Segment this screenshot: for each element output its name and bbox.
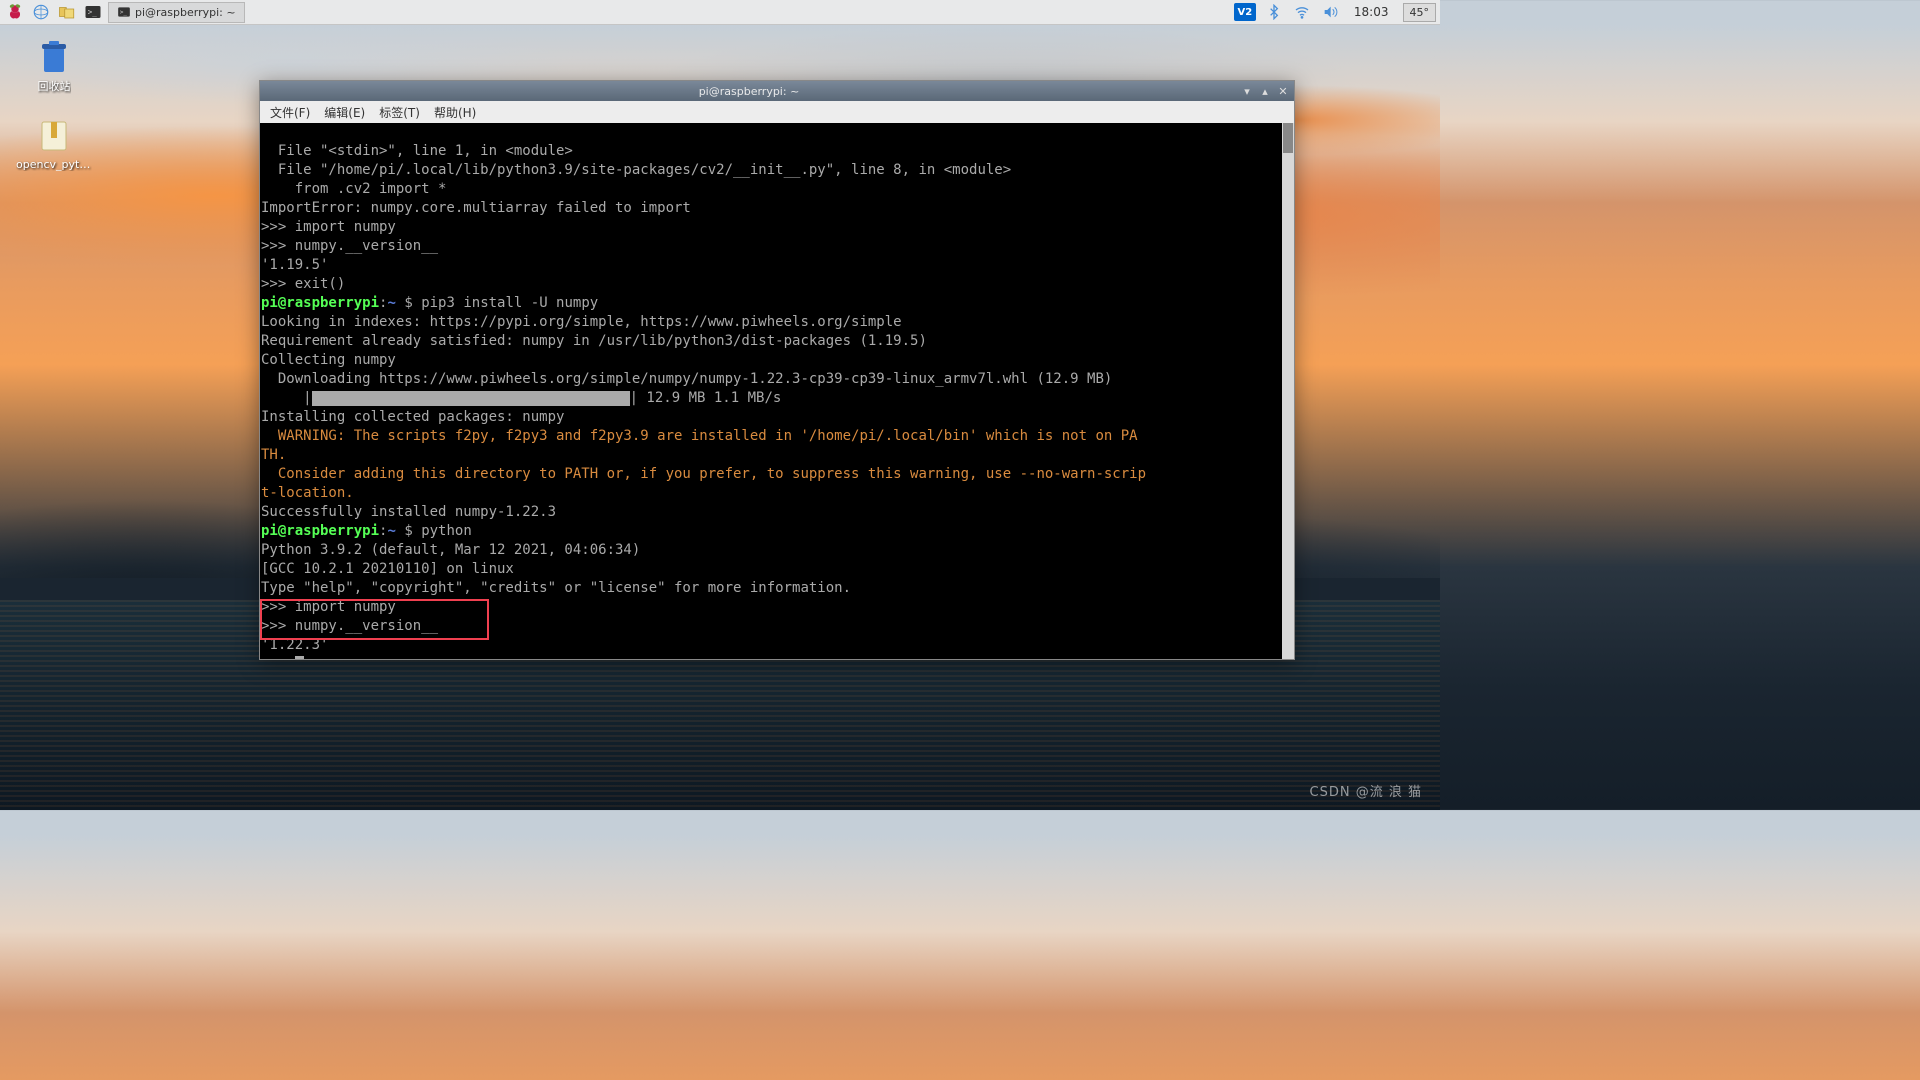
term-cursor-line: >>> [261, 656, 304, 659]
menu-tabs[interactable]: 标签(T) [373, 102, 426, 123]
maximize-button[interactable]: ▴ [1256, 83, 1274, 99]
term-line: >>> import numpy [261, 599, 396, 615]
minimize-button[interactable]: ▾ [1238, 83, 1256, 99]
term-line: Type "help", "copyright", "credits" or "… [261, 580, 851, 596]
term-line: >>> numpy.__version__ [261, 618, 438, 634]
term-line: Successfully installed numpy-1.22.3 [261, 504, 556, 520]
term-line: >>> import numpy [261, 219, 396, 235]
term-line: [GCC 10.2.1 20210110] on linux [261, 561, 514, 577]
term-warning: WARNING: The scripts f2py, f2py3 and f2p… [261, 428, 1138, 444]
desktop-opencv-label: opencv_python... [16, 158, 92, 171]
term-line: File "/home/pi/.local/lib/python3.9/site… [261, 162, 1011, 178]
term-prompt: pi@raspberrypi:~ $ pip3 install -U numpy [261, 295, 598, 311]
clock[interactable]: 18:03 [1348, 5, 1395, 19]
archive-icon [34, 116, 74, 156]
term-warning: TH. [261, 447, 286, 463]
svg-text:>_: >_ [120, 10, 128, 16]
taskbar: >_ >_ pi@raspberrypi: ~ V2 18:03 45° [0, 0, 1440, 25]
close-button[interactable]: ✕ [1274, 83, 1292, 99]
menubar: 文件(F) 编辑(E) 标签(T) 帮助(H) [260, 101, 1294, 123]
term-warning: t-location. [261, 485, 354, 501]
term-line: Collecting numpy [261, 352, 396, 368]
wifi-icon[interactable] [1292, 2, 1312, 22]
term-prompt: pi@raspberrypi:~ $ python [261, 523, 472, 539]
menu-help[interactable]: 帮助(H) [428, 102, 482, 123]
term-progress: || 12.9 MB 1.1 MB/s [261, 390, 781, 406]
term-line: >>> numpy.__version__ [261, 238, 438, 254]
trash-icon [34, 36, 74, 76]
terminal-window: pi@raspberrypi: ~ ▾ ▴ ✕ 文件(F) 编辑(E) 标签(T… [259, 80, 1295, 660]
bluetooth-icon[interactable] [1264, 2, 1284, 22]
term-line: Downloading https://www.piwheels.org/sim… [261, 371, 1112, 387]
term-line: File "<stdin>", line 1, in <module> [261, 143, 573, 159]
term-line: '1.19.5' [261, 257, 328, 273]
titlebar[interactable]: pi@raspberrypi: ~ ▾ ▴ ✕ [260, 81, 1294, 101]
taskbar-task-terminal[interactable]: >_ pi@raspberrypi: ~ [108, 2, 245, 23]
scrollbar-thumb[interactable] [1283, 123, 1293, 153]
browser-icon[interactable] [30, 1, 52, 23]
terminal-launcher-icon[interactable]: >_ [82, 1, 104, 23]
term-line: >>> exit() [261, 276, 345, 292]
window-title: pi@raspberrypi: ~ [260, 85, 1238, 98]
term-line: Requirement already satisfied: numpy in … [261, 333, 927, 349]
term-line: Looking in indexes: https://pypi.org/sim… [261, 314, 902, 330]
vnc-icon[interactable]: V2 [1234, 3, 1256, 21]
desktop-trash-label: 回收站 [38, 78, 71, 94]
svg-text:>_: >_ [88, 7, 98, 16]
cpu-temp[interactable]: 45° [1403, 3, 1437, 22]
scrollbar[interactable] [1282, 123, 1294, 659]
menu-edit[interactable]: 编辑(E) [318, 102, 371, 123]
taskbar-task-label: pi@raspberrypi: ~ [135, 6, 236, 19]
menu-file[interactable]: 文件(F) [264, 102, 316, 123]
term-line: Python 3.9.2 (default, Mar 12 2021, 04:0… [261, 542, 640, 558]
filemanager-icon[interactable] [56, 1, 78, 23]
cursor-icon [295, 656, 304, 659]
volume-icon[interactable] [1320, 2, 1340, 22]
terminal-output[interactable]: File "<stdin>", line 1, in <module> File… [260, 123, 1294, 659]
term-warning: Consider adding this directory to PATH o… [261, 466, 1146, 482]
desktop-opencv[interactable]: opencv_python... [16, 116, 92, 171]
term-line: '1.22.3' [261, 637, 328, 653]
term-line: Installing collected packages: numpy [261, 409, 564, 425]
menu-icon[interactable] [4, 1, 26, 23]
watermark: CSDN @流 浪 猫 [1310, 781, 1422, 800]
term-line: from .cv2 import * [261, 181, 446, 197]
term-line: ImportError: numpy.core.multiarray faile… [261, 200, 691, 216]
desktop-trash[interactable]: 回收站 [16, 36, 92, 94]
